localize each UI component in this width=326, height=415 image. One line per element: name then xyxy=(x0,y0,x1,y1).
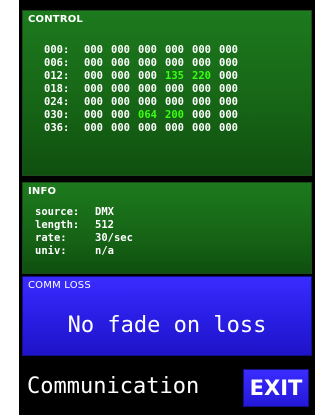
info-row: length: 512 xyxy=(35,219,114,231)
channel-value: 000 xyxy=(165,44,184,56)
channel-row: 000: 000 000 000 000 000 000 xyxy=(44,44,246,56)
channel-value: 000 xyxy=(111,57,130,69)
info-key: rate: xyxy=(35,232,67,244)
info-panel-title: INFO xyxy=(28,186,57,197)
channel-value: 000 xyxy=(219,83,238,95)
channel-value: 000 xyxy=(138,122,157,134)
comm-loss-title: COMM LOSS xyxy=(28,280,91,291)
channel-value: 000 xyxy=(111,44,130,56)
comm-loss-panel[interactable]: COMM LOSS No fade on loss xyxy=(22,276,312,356)
comm-loss-message: No fade on loss xyxy=(67,313,267,338)
info-value: DMX xyxy=(95,206,114,218)
channel-value: 000 xyxy=(138,70,157,82)
channel-row: 006: 000 000 000 000 000 000 xyxy=(44,57,246,69)
channel-value: 000 xyxy=(192,122,211,134)
channel-value: 000 xyxy=(111,122,130,134)
info-key: source: xyxy=(35,206,80,218)
info-panel: INFO source: DMX length: 512 rate: 30/sec univ… xyxy=(22,182,312,274)
channel-address: 018: xyxy=(44,83,70,95)
info-value: 30/sec xyxy=(95,232,133,244)
channel-value: 000 xyxy=(165,57,184,69)
channel-value: 000 xyxy=(138,44,157,56)
info-key: univ: xyxy=(35,245,67,257)
channel-value: 000 xyxy=(165,122,184,134)
channel-value: 000 xyxy=(219,44,238,56)
channel-value: 000 xyxy=(165,96,184,108)
channel-value: 000 xyxy=(111,96,130,108)
channel-address: 036: xyxy=(44,122,70,134)
channel-value: 064 xyxy=(138,109,157,121)
channel-value: 000 xyxy=(138,57,157,69)
channel-value: 000 xyxy=(219,96,238,108)
dmx-status-screen: CONTROL 000: 000 000 000 000 000 000 006: 000 000… xyxy=(19,0,315,415)
info-row: source: DMX xyxy=(35,206,114,218)
channel-value: 000 xyxy=(111,109,130,121)
exit-button[interactable]: EXIT xyxy=(243,369,309,407)
channel-value: 220 xyxy=(192,70,211,82)
info-row: univ: n/a xyxy=(35,245,114,257)
channel-value: 000 xyxy=(84,83,103,95)
channel-value: 000 xyxy=(84,109,103,121)
control-panel: CONTROL 000: 000 000 000 000 000 000 006: 000 000… xyxy=(22,10,312,176)
channel-value: 000 xyxy=(192,57,211,69)
channel-value: 000 xyxy=(219,109,238,121)
channel-value: 000 xyxy=(192,96,211,108)
channel-value: 000 xyxy=(84,44,103,56)
channel-value: 000 xyxy=(192,44,211,56)
channel-row: 018: 000 000 000 000 000 000 xyxy=(44,83,246,95)
channel-value: 000 xyxy=(84,57,103,69)
channel-value: 000 xyxy=(192,83,211,95)
channel-value: 000 xyxy=(84,122,103,134)
channel-row: 012: 000 000 000 135 220 000 xyxy=(44,70,246,82)
channel-value: 000 xyxy=(219,122,238,134)
info-row: rate: 30/sec xyxy=(35,232,133,244)
channel-row: 024: 000 000 000 000 000 000 xyxy=(44,96,246,108)
control-panel-title: CONTROL xyxy=(28,14,84,25)
channel-value: 000 xyxy=(111,83,130,95)
channel-row: 036: 000 000 000 000 000 000 xyxy=(44,122,246,134)
channel-value: 000 xyxy=(219,70,238,82)
channel-address: 000: xyxy=(44,44,70,56)
channel-value: 200 xyxy=(165,109,184,121)
info-key: length: xyxy=(35,219,80,231)
info-value: n/a xyxy=(95,245,114,257)
channel-row: 030: 000 000 064 200 000 000 xyxy=(44,109,246,121)
channel-value: 000 xyxy=(192,109,211,121)
channel-value: 000 xyxy=(138,96,157,108)
channel-value: 000 xyxy=(84,70,103,82)
screen-title: Communication xyxy=(27,374,200,399)
channel-value: 000 xyxy=(111,70,130,82)
channel-value: 000 xyxy=(219,57,238,69)
info-value: 512 xyxy=(95,219,114,231)
channel-value: 000 xyxy=(84,96,103,108)
channel-value: 135 xyxy=(165,70,184,82)
channel-address: 012: xyxy=(44,70,70,82)
channel-address: 030: xyxy=(44,109,70,121)
channel-address: 006: xyxy=(44,57,70,69)
channel-value: 000 xyxy=(165,83,184,95)
channel-address: 024: xyxy=(44,96,70,108)
channel-value: 000 xyxy=(138,83,157,95)
